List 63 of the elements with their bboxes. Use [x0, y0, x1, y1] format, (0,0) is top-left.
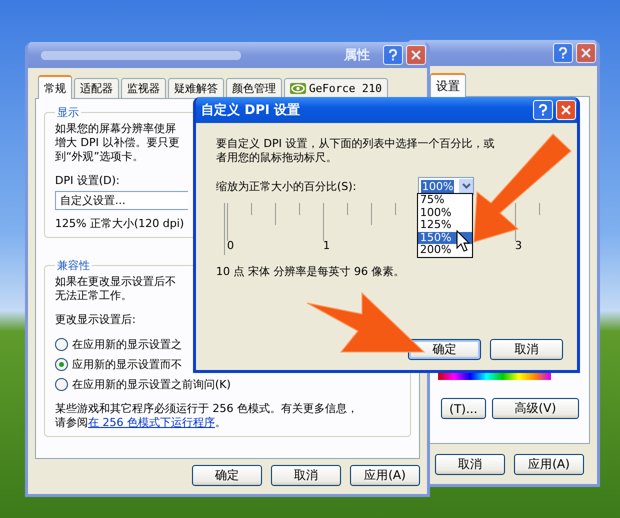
tab[interactable]: 疑难解答: [168, 78, 224, 98]
tab[interactable]: 常规: [38, 75, 72, 99]
radio-button[interactable]: [55, 358, 68, 371]
question-mark-icon: [558, 47, 568, 59]
close-icon: [411, 50, 421, 60]
text: 到“外观”选项卡。: [55, 150, 144, 164]
radio-button[interactable]: [55, 378, 68, 391]
radio-label[interactable]: 在应用新的显示设置之前询问(K): [72, 377, 231, 392]
text: 10 点 宋体 分辨率是每英寸 96 像素。: [216, 265, 404, 279]
window-title: 属性: [344, 47, 370, 64]
text: 如果在更改显示设置后不: [55, 275, 176, 289]
tab[interactable]: 适配器: [74, 78, 119, 98]
text: 。: [215, 416, 226, 429]
button[interactable]: 应用(A): [350, 465, 420, 486]
field-label: DPI 设置(D):: [55, 174, 120, 188]
button[interactable]: 取消: [490, 339, 563, 360]
text: 无法正常工作。: [55, 289, 132, 303]
tab[interactable]: 颜色管理: [226, 78, 282, 98]
window-title: 自定义 DPI 设置: [201, 102, 300, 119]
text: 增大 DPI 以补偿。要只更: [55, 136, 180, 150]
button[interactable]: (T)...: [441, 398, 486, 419]
text: 125% 正常大小(120 dpi): [55, 217, 184, 231]
text: 某些游戏和其它程序必须运行于 256 色模式。有关更多信息，: [55, 402, 358, 416]
dropdown-value: 100%: [421, 180, 454, 192]
close-button[interactable]: [556, 100, 576, 120]
cursor-icon: [456, 230, 470, 252]
question-mark-icon: [388, 49, 398, 61]
button[interactable]: 取消: [435, 454, 505, 475]
radio-label[interactable]: 在应用新的显示设置之: [72, 337, 182, 352]
eye-logo-icon: [290, 83, 306, 94]
dropdown-option[interactable]: 200%: [418, 244, 472, 256]
button[interactable]: 应用(A): [514, 454, 584, 475]
dropdown-arrow-button[interactable]: [459, 179, 473, 193]
tab[interactable]: GeForce 210: [284, 78, 388, 98]
group-title: 兼容性: [56, 258, 91, 273]
button[interactable]: 高级(V): [492, 398, 579, 419]
dpi-dropdown[interactable]: 自定义设置...: [55, 191, 188, 210]
instruction-text: 者用您的鼠标拖动标尺。: [216, 151, 337, 165]
button[interactable]: 确定: [192, 465, 262, 486]
button[interactable]: 确定: [408, 339, 481, 360]
text: 请参阅: [55, 416, 88, 429]
dropdown-option[interactable]: 125%: [418, 219, 472, 232]
field-label: 缩放为正常大小的百分比(S):: [216, 178, 356, 194]
dropdown-option[interactable]: 100%: [418, 206, 472, 219]
caret-icon: [462, 183, 470, 189]
ruler-label: 0: [227, 239, 234, 252]
question-mark-icon: [538, 104, 548, 116]
tab-label[interactable]: GeForce 210: [309, 82, 382, 95]
button[interactable]: 取消: [271, 465, 341, 486]
help-button[interactable]: [533, 100, 553, 120]
text: 更改显示设置后:: [55, 313, 136, 327]
tab[interactable]: 监视器: [121, 78, 166, 98]
link[interactable]: 在 256 色模式下运行程序: [88, 416, 215, 429]
text: 如果您的屏幕分辨率使屏: [55, 122, 176, 136]
group-title: 显示: [56, 105, 80, 120]
ruler-label: 1: [323, 239, 330, 252]
radio-button[interactable]: [55, 338, 68, 351]
ruler-label: 3: [515, 239, 522, 252]
tab[interactable]: 设置: [430, 73, 466, 97]
close-icon: [581, 48, 591, 58]
instruction-text: 要自定义 DPI 设置，从下面的列表中选择一个百分比，或: [216, 137, 494, 151]
close-icon: [561, 105, 571, 115]
radio-label[interactable]: 应用新的显示设置而不: [72, 357, 182, 372]
